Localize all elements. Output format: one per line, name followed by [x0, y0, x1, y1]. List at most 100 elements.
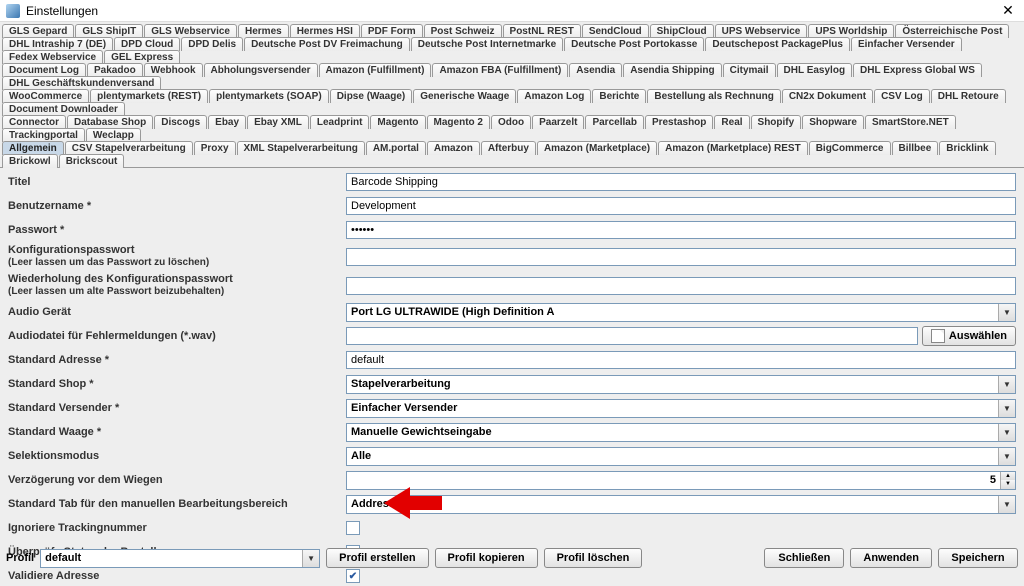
input-konfig-pw[interactable]: [346, 248, 1016, 266]
tab-amazon[interactable]: Amazon: [427, 141, 480, 155]
tab-sendcloud[interactable]: SendCloud: [582, 24, 649, 38]
tab-asendia-shipping[interactable]: Asendia Shipping: [623, 63, 721, 77]
tab-database-shop[interactable]: Database Shop: [67, 115, 153, 129]
button-profil-kopieren[interactable]: Profil kopieren: [435, 548, 538, 568]
tab-gls-gepard[interactable]: GLS Gepard: [2, 24, 74, 38]
tab-gls-shipit[interactable]: GLS ShipIT: [75, 24, 143, 38]
combo-std-shop[interactable]: Stapelverarbeitung▼: [346, 375, 1016, 394]
tab-hermes[interactable]: Hermes: [238, 24, 289, 38]
tab-shopify[interactable]: Shopify: [751, 115, 802, 129]
tab-fedex-webservice[interactable]: Fedex Webservice: [2, 50, 103, 64]
tab-odoo[interactable]: Odoo: [491, 115, 531, 129]
tab-deutsche-post-portokasse[interactable]: Deutsche Post Portokasse: [564, 37, 704, 51]
tab-dhl-express-global-ws[interactable]: DHL Express Global WS: [853, 63, 982, 77]
tab-ups-worldship[interactable]: UPS Worldship: [808, 24, 894, 38]
tab-postnl-rest[interactable]: PostNL REST: [503, 24, 581, 38]
tab-pakadoo[interactable]: Pakadoo: [87, 63, 143, 77]
tab-weclapp[interactable]: Weclapp: [86, 128, 141, 142]
input-benutzername[interactable]: [346, 197, 1016, 215]
combo-profile[interactable]: default▼: [40, 549, 320, 568]
tab-am-portal[interactable]: AM.portal: [366, 141, 426, 155]
tab-amazon-fulfillment-[interactable]: Amazon (Fulfillment): [319, 63, 432, 77]
tab-webhook[interactable]: Webhook: [144, 63, 203, 77]
tab-cn2x-dokument[interactable]: CN2x Dokument: [782, 89, 873, 103]
checkbox-ignore-tracking[interactable]: [346, 521, 360, 535]
tab-prestashop[interactable]: Prestashop: [645, 115, 713, 129]
tab-magento[interactable]: Magento: [370, 115, 425, 129]
tab-deutsche-post-internetmarke[interactable]: Deutsche Post Internetmarke: [411, 37, 563, 51]
tab-abholungsversender[interactable]: Abholungsversender: [204, 63, 318, 77]
tab-ebay-xml[interactable]: Ebay XML: [247, 115, 309, 129]
tab-post-schweiz[interactable]: Post Schweiz: [424, 24, 502, 38]
tab-dhl-easylog[interactable]: DHL Easylog: [777, 63, 853, 77]
tab-document-log[interactable]: Document Log: [2, 63, 86, 77]
tab-real[interactable]: Real: [714, 115, 749, 129]
tab-bricklink[interactable]: Bricklink: [939, 141, 995, 155]
button-auswaehlen[interactable]: Auswählen: [922, 326, 1016, 346]
tab-smartstore-net[interactable]: SmartStore.NET: [865, 115, 956, 129]
button-speichern[interactable]: Speichern: [938, 548, 1018, 568]
tab-paarzelt[interactable]: Paarzelt: [532, 115, 584, 129]
input-std-addr[interactable]: [346, 351, 1016, 369]
tab-magento-2[interactable]: Magento 2: [427, 115, 490, 129]
tab-afterbuy[interactable]: Afterbuy: [481, 141, 536, 155]
tab-pdf-form[interactable]: PDF Form: [361, 24, 423, 38]
tab--sterreichische-post[interactable]: Österreichische Post: [895, 24, 1009, 38]
close-icon[interactable]: ✕: [998, 3, 1018, 19]
tab-discogs[interactable]: Discogs: [154, 115, 207, 129]
tab-allgemein[interactable]: Allgemein: [2, 141, 64, 155]
spinner-verzoegerung[interactable]: 5▲▼: [346, 471, 1016, 490]
tab-einfacher-versender[interactable]: Einfacher Versender: [851, 37, 962, 51]
combo-std-versender[interactable]: Einfacher Versender▼: [346, 399, 1016, 418]
tab-amazon-log[interactable]: Amazon Log: [517, 89, 591, 103]
checkbox-validate-addr[interactable]: ✔: [346, 569, 360, 583]
combo-std-tab[interactable]: Addresse▼: [346, 495, 1016, 514]
tab-billbee[interactable]: Billbee: [892, 141, 939, 155]
button-profil-erstellen[interactable]: Profil erstellen: [326, 548, 428, 568]
tab-deutsche-post-dv-freimachung[interactable]: Deutsche Post DV Freimachung: [244, 37, 410, 51]
input-konfig-pw2[interactable]: [346, 277, 1016, 295]
tab-amazon-marketplace-rest[interactable]: Amazon (Marketplace) REST: [658, 141, 808, 155]
tab-leadprint[interactable]: Leadprint: [310, 115, 370, 129]
tab-ups-webservice[interactable]: UPS Webservice: [715, 24, 808, 38]
tab-csv-log[interactable]: CSV Log: [874, 89, 930, 103]
tab-document-downloader[interactable]: Document Downloader: [2, 102, 125, 116]
tab-proxy[interactable]: Proxy: [194, 141, 236, 155]
tab-shopware[interactable]: Shopware: [802, 115, 864, 129]
tab-woocommerce[interactable]: WooCommerce: [2, 89, 89, 103]
tab-gel-express[interactable]: GEL Express: [104, 50, 180, 64]
tab-citymail[interactable]: Citymail: [723, 63, 776, 77]
tab-shipcloud[interactable]: ShipCloud: [650, 24, 714, 38]
combo-std-waage[interactable]: Manuelle Gewichtseingabe▼: [346, 423, 1016, 442]
combo-selektion[interactable]: Alle▼: [346, 447, 1016, 466]
input-passwort[interactable]: [346, 221, 1016, 239]
tab-dhl-gesch-ftskundenversand[interactable]: DHL Geschäftskundenversand: [2, 76, 161, 90]
tab-hermes-hsi[interactable]: Hermes HSI: [290, 24, 360, 38]
tab-plentymarkets-soap-[interactable]: plentymarkets (SOAP): [209, 89, 329, 103]
tab-bestellung-als-rechnung[interactable]: Bestellung als Rechnung: [647, 89, 780, 103]
tab-asendia[interactable]: Asendia: [569, 63, 622, 77]
tab-generische-waage[interactable]: Generische Waage: [413, 89, 516, 103]
button-schliessen[interactable]: Schließen: [764, 548, 844, 568]
tab-plentymarkets-rest-[interactable]: plentymarkets (REST): [90, 89, 208, 103]
tab-dpd-delis[interactable]: DPD Delis: [181, 37, 243, 51]
tab-amazon-fba-fulfillment-[interactable]: Amazon FBA (Fulfillment): [432, 63, 568, 77]
tab-csv-stapelverarbeitung[interactable]: CSV Stapelverarbeitung: [65, 141, 193, 155]
tab-brickowl[interactable]: Brickowl: [2, 154, 58, 168]
input-titel[interactable]: [346, 173, 1016, 191]
tab-ebay[interactable]: Ebay: [208, 115, 246, 129]
tab-dipse-waage-[interactable]: Dipse (Waage): [330, 89, 413, 103]
input-audiofile[interactable]: [346, 327, 918, 345]
tab-dpd-cloud[interactable]: DPD Cloud: [114, 37, 180, 51]
tab-trackingportal[interactable]: Trackingportal: [2, 128, 85, 142]
tab-parcellab[interactable]: Parcellab: [585, 115, 643, 129]
tab-amazon-marketplace-[interactable]: Amazon (Marketplace): [537, 141, 657, 155]
button-anwenden[interactable]: Anwenden: [850, 548, 932, 568]
tab-berichte[interactable]: Berichte: [592, 89, 646, 103]
combo-audio[interactable]: Port LG ULTRAWIDE (High Definition A▼: [346, 303, 1016, 322]
tab-bigcommerce[interactable]: BigCommerce: [809, 141, 891, 155]
tab-connector[interactable]: Connector: [2, 115, 66, 129]
tab-dhl-intraship-7-de-[interactable]: DHL Intraship 7 (DE): [2, 37, 113, 51]
button-profil-loeschen[interactable]: Profil löschen: [544, 548, 643, 568]
tab-xml-stapelverarbeitung[interactable]: XML Stapelverarbeitung: [237, 141, 365, 155]
